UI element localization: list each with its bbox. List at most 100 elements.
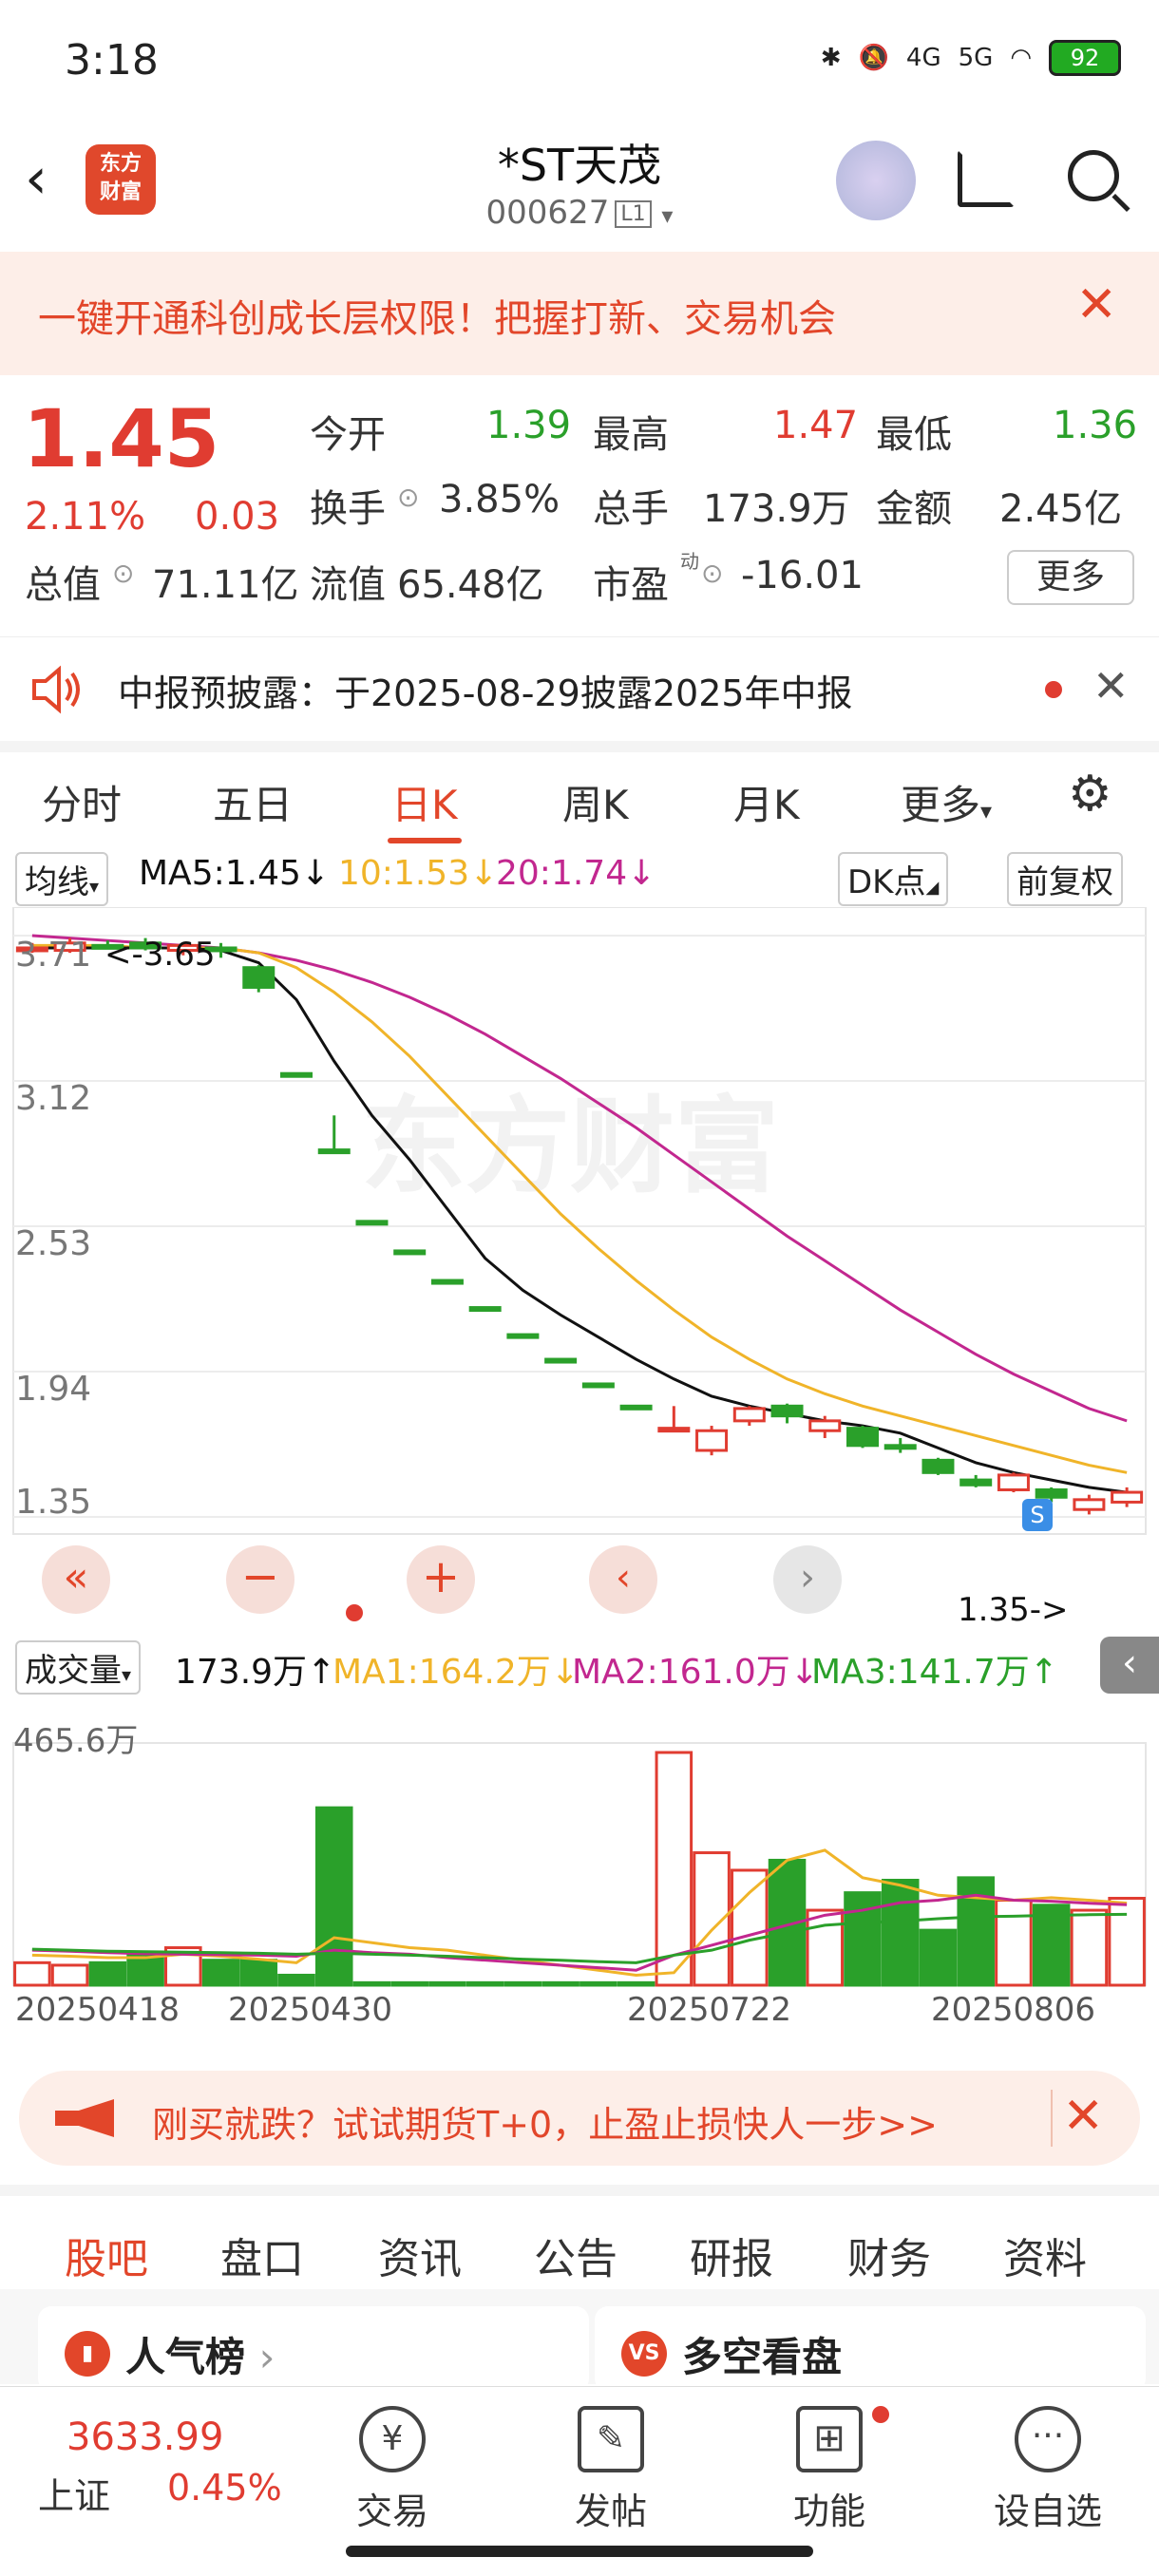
y-tick-label: 3.71 xyxy=(15,936,91,975)
tab-daily-k[interactable]: 日K xyxy=(391,773,458,831)
y-tick-label: 1.35 xyxy=(15,1483,91,1522)
zoom-out-icon[interactable]: − xyxy=(226,1545,294,1614)
collapse-panel-icon[interactable]: ‹ xyxy=(1100,1637,1159,1694)
volume-bar xyxy=(390,1980,428,1987)
volume-label: 总手 xyxy=(593,487,669,531)
info-icon[interactable]: ⊙ xyxy=(701,558,723,589)
candle-body xyxy=(280,1071,313,1078)
index-value[interactable]: 3633.99 xyxy=(66,2415,223,2459)
nav-functions[interactable]: ⊞ 功能 xyxy=(768,2406,891,2534)
ma5-label: MA5:1.45 xyxy=(139,854,301,893)
stock-code-value: 000627 xyxy=(485,194,610,232)
clock: 3:18 xyxy=(65,36,159,85)
tab-more-label: 更多 xyxy=(901,782,981,828)
low-marker: 1.35-> xyxy=(958,1591,1069,1629)
futures-ad[interactable]: 刚买就跌？试试期货T+0，止盈止损快人一步>> ✕ xyxy=(19,2071,1140,2166)
tab-weekly-k[interactable]: 周K xyxy=(562,773,629,831)
volume-bar xyxy=(13,1960,51,1987)
info-icon[interactable]: ⊙ xyxy=(397,482,419,513)
volume-value: 173.9万 xyxy=(703,487,850,531)
tab-monthly-k[interactable]: 月K xyxy=(733,773,800,831)
close-icon[interactable]: ✕ xyxy=(1092,660,1130,711)
dk-point-button[interactable]: DK点◢ xyxy=(838,852,949,906)
ma-selector[interactable]: 均线▾ xyxy=(15,852,109,906)
volume-selector[interactable]: 成交量▾ xyxy=(15,1640,142,1695)
zoom-in-icon[interactable]: + xyxy=(407,1545,475,1614)
scroll-left-icon[interactable]: ‹ xyxy=(589,1545,657,1614)
tab-more[interactable]: 更多▾ xyxy=(901,773,992,831)
quote-panel: 1.45 2.11% 0.03 今开 1.39 最高 1.47 最低 1.36 … xyxy=(0,375,1159,632)
float-value: 65.48亿 xyxy=(397,563,544,607)
open-label: 今开 xyxy=(310,413,386,457)
volume-bar xyxy=(1032,1904,1071,1987)
notice-text[interactable]: 中报预披露：于2025-08-29披露2025年中报 xyxy=(118,664,853,716)
watermark: 东方财富 xyxy=(361,1086,779,1207)
sell-signal-badge[interactable]: S xyxy=(1022,1499,1053,1531)
vol-ma3-label: MA3:141.7万 xyxy=(811,1653,1030,1692)
system-icons: ✱ 🔕 4G 5G ◠ 92 xyxy=(821,40,1121,76)
low-value: 1.36 xyxy=(1053,404,1138,447)
earnings-notice[interactable]: 中报预披露：于2025-08-29披露2025年中报 ✕ xyxy=(0,636,1159,741)
notification-dot xyxy=(872,2406,889,2423)
close-icon[interactable]: ✕ xyxy=(1062,2088,1104,2145)
dk-label: DK点 xyxy=(847,863,926,901)
ma20-value: 20:1.74↓ xyxy=(496,854,656,893)
amount-label: 金额 xyxy=(876,487,952,531)
current-price: 1.45 xyxy=(23,392,220,485)
volume-bar xyxy=(580,1980,618,1987)
volume-bar xyxy=(88,1960,127,1987)
grid-icon: ⊞ xyxy=(796,2406,863,2472)
volume-bar xyxy=(239,1959,278,1987)
nav-trade-label: 交易 xyxy=(355,2491,428,2532)
more-button[interactable]: 更多 xyxy=(1007,550,1134,605)
search-icon[interactable] xyxy=(1068,150,1119,201)
kline-svg[interactable]: 东方财富 3.71 3.12 2.53 1.94 1.35 20250418 202504… xyxy=(0,907,1159,2028)
tab-profile[interactable]: 资料 xyxy=(1003,2225,1087,2285)
tab-guba[interactable]: 股吧 xyxy=(65,2225,148,2285)
tab-pankou[interactable]: 盘口 xyxy=(220,2225,304,2285)
tab-five-day[interactable]: 五日 xyxy=(213,773,293,831)
share-icon[interactable] xyxy=(958,150,1015,207)
y-tick-label: 1.94 xyxy=(15,1370,91,1409)
change-percent: 2.11% xyxy=(25,495,146,539)
close-icon[interactable]: ✕ xyxy=(1075,280,1117,330)
scroll-right-icon[interactable]: › xyxy=(773,1545,842,1614)
candle-body xyxy=(506,1333,540,1339)
bull-bear-label: 多空看盘 xyxy=(682,2334,843,2380)
volume-max-label: 465.6万 xyxy=(13,1722,139,1760)
kline-chart-area[interactable]: 均线▾ MA5:1.45↓ 10:1.53↓ 20:1.74↓ DK点◢ 前复权… xyxy=(0,841,1159,2056)
volume-bar xyxy=(806,1908,845,1987)
popular-ranking-card[interactable]: ▮ 人气榜 › xyxy=(38,2306,589,2392)
index-percent[interactable]: 0.45% xyxy=(167,2467,282,2509)
price-panel-frame xyxy=(12,907,1147,1535)
gear-icon[interactable]: ⚙ xyxy=(1068,766,1112,823)
promo-text[interactable]: 一键开通科创成长层权限！把握打新、交易机会 xyxy=(38,288,836,343)
nav-trade[interactable]: ¥ 交易 xyxy=(331,2406,454,2534)
volume-bar xyxy=(542,1980,580,1987)
tab-news[interactable]: 资讯 xyxy=(378,2225,462,2285)
low-label: 最低 xyxy=(876,413,952,457)
scroll-left-fast-icon[interactable]: « xyxy=(42,1545,110,1614)
promo-banner[interactable]: 一键开通科创成长层权限！把握打新、交易机会 ✕ xyxy=(0,252,1159,375)
date-label: 20250418 xyxy=(15,1991,180,2028)
index-name[interactable]: 上证 xyxy=(38,2467,110,2519)
bull-bear-card[interactable]: VS 多空看盘 xyxy=(595,2306,1146,2392)
nav-add-watchlist[interactable]: ··· 设自选 xyxy=(986,2406,1110,2534)
mute-icon: 🔕 xyxy=(858,44,889,72)
adjust-button[interactable]: 前复权 xyxy=(1007,852,1123,906)
info-icon[interactable]: ⊙ xyxy=(112,558,134,589)
date-label: 20250806 xyxy=(931,1991,1095,2028)
pe-superscript: 动 xyxy=(680,550,699,573)
tab-intraday[interactable]: 分时 xyxy=(42,773,122,831)
nav-functions-label: 功能 xyxy=(792,2491,865,2532)
ad-text[interactable]: 刚买就跌？试试期货T+0，止盈止损快人一步>> xyxy=(152,2095,938,2148)
tab-research[interactable]: 研报 xyxy=(690,2225,773,2285)
assistant-avatar-icon[interactable] xyxy=(836,141,916,220)
tab-finance[interactable]: 财务 xyxy=(847,2225,931,2285)
tab-announcements[interactable]: 公告 xyxy=(534,2225,618,2285)
nav-add-watchlist-label: 设自选 xyxy=(993,2491,1102,2532)
volume-bar xyxy=(504,1980,542,1987)
volume-bar xyxy=(277,1973,315,1987)
nav-post[interactable]: ✎ 发帖 xyxy=(549,2406,673,2534)
candle-body xyxy=(393,1249,427,1256)
